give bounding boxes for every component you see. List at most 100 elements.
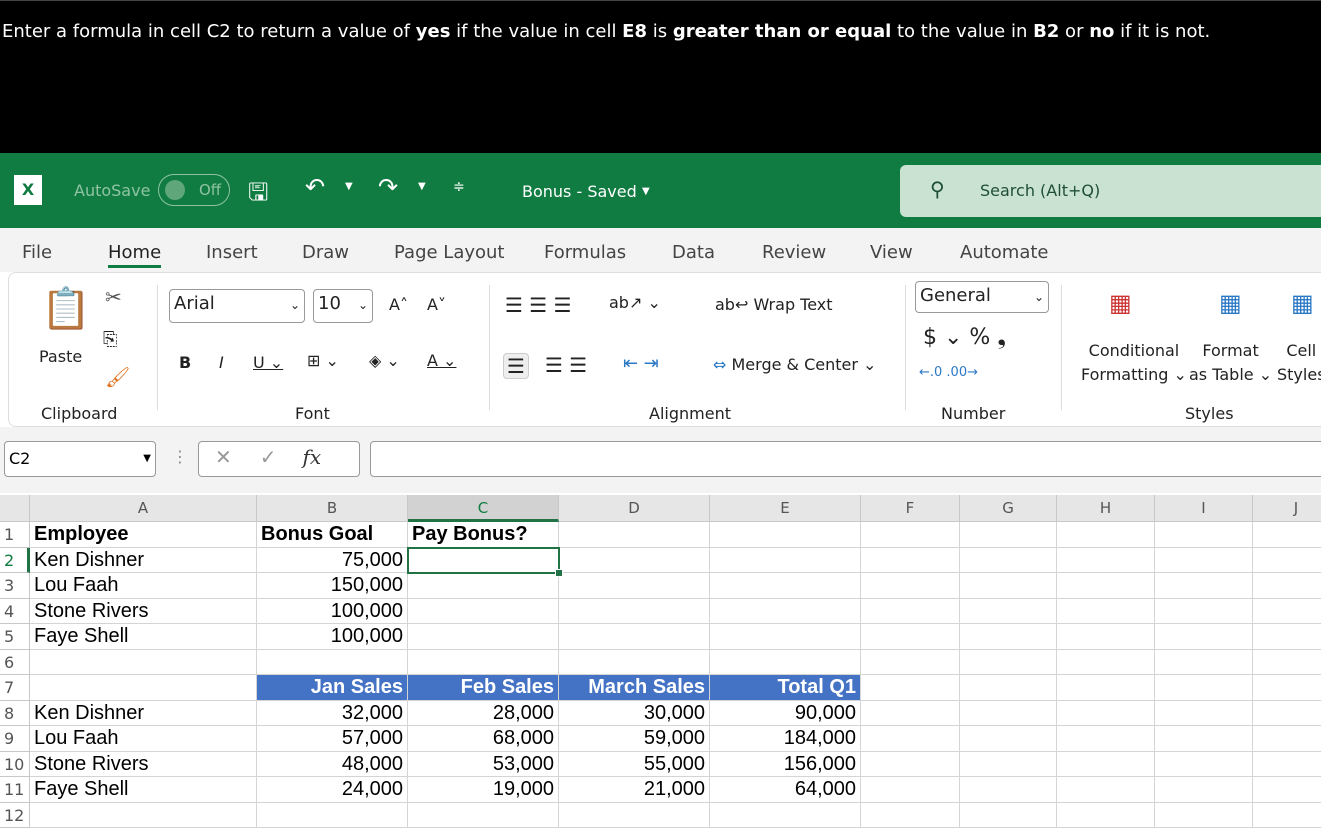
cell-c12[interactable]	[408, 803, 559, 828]
undo-dropdown-icon[interactable]: ▼	[345, 181, 353, 192]
font-color-icon[interactable]: A ⌄	[427, 351, 456, 370]
save-icon[interactable]: 🖫	[248, 175, 268, 216]
cell-c9[interactable]: 68,000	[408, 726, 559, 752]
cell-g8[interactable]	[960, 701, 1057, 727]
underline-icon[interactable]: U ⌄	[253, 353, 283, 372]
row-header-8[interactable]: 8	[0, 701, 30, 727]
cell-b3[interactable]: 150,000	[257, 573, 408, 599]
cell-c11[interactable]: 19,000	[408, 777, 559, 803]
cell-i8[interactable]	[1155, 701, 1253, 727]
row-header-2[interactable]: 2	[0, 548, 30, 574]
cell-e10[interactable]: 156,000	[710, 752, 861, 778]
cell-h6[interactable]	[1057, 650, 1155, 676]
cell-g2[interactable]	[960, 548, 1057, 574]
column-header-b[interactable]: B	[257, 495, 408, 522]
cell-j11[interactable]	[1253, 777, 1321, 803]
cell-c6[interactable]	[408, 650, 559, 676]
cell-c8[interactable]: 28,000	[408, 701, 559, 727]
format-as-table-icon[interactable]: ▦	[1219, 289, 1242, 317]
cell-g3[interactable]	[960, 573, 1057, 599]
cell-styles-button[interactable]: CellStyles	[1277, 339, 1321, 387]
cell-d12[interactable]	[559, 803, 710, 828]
formula-input[interactable]	[370, 441, 1321, 477]
cell-f1[interactable]	[861, 522, 960, 548]
cell-i2[interactable]	[1155, 548, 1253, 574]
cell-a2[interactable]: Ken Dishner	[30, 548, 257, 574]
cell-e4[interactable]	[710, 599, 861, 625]
cell-a3[interactable]: Lou Faah	[30, 573, 257, 599]
increase-font-icon[interactable]: A˄	[389, 295, 408, 314]
cell-f12[interactable]	[861, 803, 960, 828]
tab-insert[interactable]: Insert	[206, 242, 258, 263]
cell-b5[interactable]: 100,000	[257, 624, 408, 650]
fill-color-icon[interactable]: ◈ ⌄	[369, 351, 400, 370]
cell-i3[interactable]	[1155, 573, 1253, 599]
font-size-select[interactable]: 10⌄	[313, 289, 373, 323]
paste-button[interactable]: Paste	[39, 347, 82, 366]
select-all-button[interactable]	[0, 495, 30, 522]
cell-i12[interactable]	[1155, 803, 1253, 828]
cell-e3[interactable]	[710, 573, 861, 599]
cell-g5[interactable]	[960, 624, 1057, 650]
tab-page-layout[interactable]: Page Layout	[394, 242, 505, 263]
cell-d11[interactable]: 21,000	[559, 777, 710, 803]
cell-e8[interactable]: 90,000	[710, 701, 861, 727]
cell-d2[interactable]	[559, 548, 710, 574]
row-header-3[interactable]: 3	[0, 573, 30, 599]
cell-b1[interactable]: Bonus Goal	[257, 522, 408, 548]
cell-j4[interactable]	[1253, 599, 1321, 625]
tab-review[interactable]: Review	[762, 242, 826, 263]
decrease-font-icon[interactable]: A˅	[427, 295, 446, 314]
indent-icons[interactable]: ⇤ ⇥	[623, 353, 659, 374]
cell-c7[interactable]: Feb Sales	[408, 675, 559, 701]
cell-a5[interactable]: Faye Shell	[30, 624, 257, 650]
cell-i6[interactable]	[1155, 650, 1253, 676]
decimal-icons[interactable]: ←.0 .00→	[919, 365, 978, 380]
name-box[interactable]: C2▼	[4, 441, 156, 477]
format-as-table-button[interactable]: Formatas Table ⌄	[1189, 339, 1272, 387]
cell-a10[interactable]: Stone Rivers	[30, 752, 257, 778]
column-header-f[interactable]: F	[861, 495, 960, 522]
column-header-a[interactable]: A	[30, 495, 257, 522]
tab-home[interactable]: Home	[108, 242, 161, 268]
cell-d4[interactable]	[559, 599, 710, 625]
cell-b9[interactable]: 57,000	[257, 726, 408, 752]
wrap-text-button[interactable]: ab↩ Wrap Text	[715, 295, 833, 314]
cell-c3[interactable]	[408, 573, 559, 599]
cell-b6[interactable]	[257, 650, 408, 676]
cell-b11[interactable]: 24,000	[257, 777, 408, 803]
column-header-j[interactable]: J	[1253, 495, 1321, 522]
enter-icon[interactable]: ✓	[260, 445, 277, 469]
cell-j9[interactable]	[1253, 726, 1321, 752]
cell-h3[interactable]	[1057, 573, 1155, 599]
cell-c1[interactable]: Pay Bonus?	[408, 522, 559, 548]
tab-automate[interactable]: Automate	[960, 242, 1049, 263]
cell-b12[interactable]	[257, 803, 408, 828]
row-header-12[interactable]: 12	[0, 803, 30, 828]
row-header-10[interactable]: 10	[0, 752, 30, 778]
cell-d5[interactable]	[559, 624, 710, 650]
redo-dropdown-icon[interactable]: ▼	[418, 181, 426, 192]
cell-d10[interactable]: 55,000	[559, 752, 710, 778]
cell-j1[interactable]	[1253, 522, 1321, 548]
cell-h2[interactable]	[1057, 548, 1155, 574]
cell-d9[interactable]: 59,000	[559, 726, 710, 752]
tab-file[interactable]: File	[22, 242, 52, 263]
cell-e11[interactable]: 64,000	[710, 777, 861, 803]
row-header-1[interactable]: 1	[0, 522, 30, 548]
cell-j5[interactable]	[1253, 624, 1321, 650]
cell-d3[interactable]	[559, 573, 710, 599]
font-name-select[interactable]: Arial⌄	[169, 289, 305, 323]
cell-c4[interactable]	[408, 599, 559, 625]
cell-g9[interactable]	[960, 726, 1057, 752]
row-header-7[interactable]: 7	[0, 675, 30, 701]
cell-f10[interactable]	[861, 752, 960, 778]
cell-j2[interactable]	[1253, 548, 1321, 574]
tab-data[interactable]: Data	[672, 242, 715, 263]
cell-d6[interactable]	[559, 650, 710, 676]
cell-i5[interactable]	[1155, 624, 1253, 650]
align-top-icon[interactable]: ☰ ☰ ☰	[505, 293, 572, 317]
cell-c10[interactable]: 53,000	[408, 752, 559, 778]
cell-a9[interactable]: Lou Faah	[30, 726, 257, 752]
cell-b8[interactable]: 32,000	[257, 701, 408, 727]
